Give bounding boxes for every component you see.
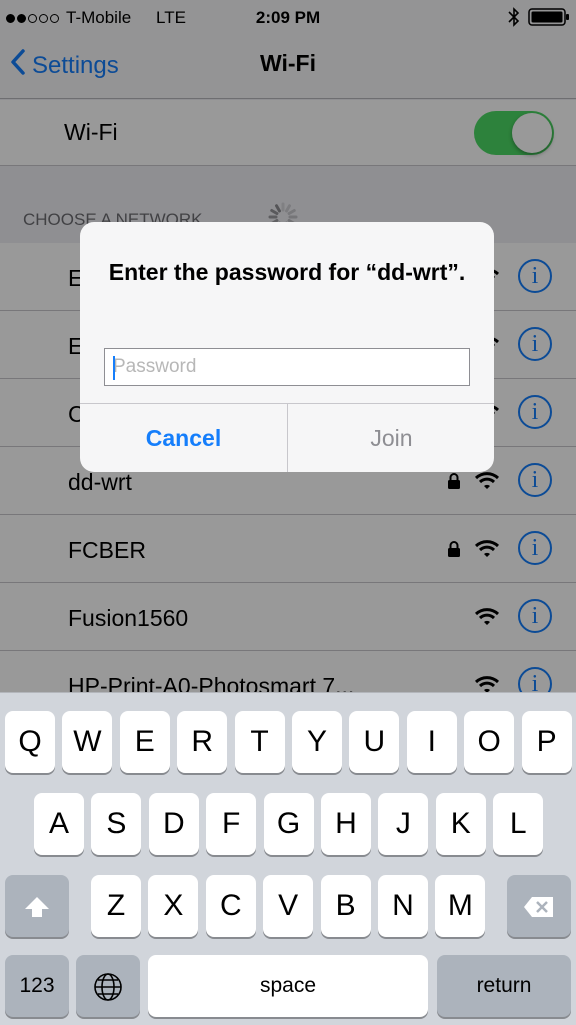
key-e[interactable]: E bbox=[119, 711, 170, 773]
password-field-container bbox=[104, 348, 470, 386]
numbers-key[interactable]: 123 bbox=[5, 955, 69, 1017]
key-m[interactable]: M bbox=[435, 875, 486, 937]
password-dialog: Enter the password for “dd-wrt”. Cancel … bbox=[80, 222, 494, 472]
keyboard: Q W E R T Y U I O P A S D F G H J K L Z X C V B N M 123 space return bbox=[0, 692, 576, 1025]
password-input[interactable] bbox=[105, 349, 469, 385]
globe-key[interactable] bbox=[76, 955, 140, 1017]
key-t[interactable]: T bbox=[234, 711, 285, 773]
key-y[interactable]: Y bbox=[292, 711, 342, 773]
key-d[interactable]: D bbox=[148, 793, 199, 855]
key-a[interactable]: A bbox=[34, 793, 84, 855]
key-u[interactable]: U bbox=[349, 711, 400, 773]
key-o[interactable]: O bbox=[464, 711, 515, 773]
key-f[interactable]: F bbox=[206, 793, 257, 855]
cancel-button[interactable]: Cancel bbox=[80, 404, 287, 472]
key-b[interactable]: B bbox=[320, 875, 371, 937]
key-p[interactable]: P bbox=[521, 711, 572, 773]
return-key[interactable]: return bbox=[437, 955, 571, 1017]
key-r[interactable]: R bbox=[177, 711, 228, 773]
space-key[interactable]: space bbox=[148, 955, 428, 1017]
key-z[interactable]: Z bbox=[91, 875, 141, 937]
key-l[interactable]: L bbox=[493, 793, 544, 855]
dialog-title: Enter the password for “dd-wrt”. bbox=[108, 259, 466, 285]
key-h[interactable]: H bbox=[321, 793, 371, 855]
key-g[interactable]: G bbox=[263, 793, 314, 855]
backspace-key[interactable] bbox=[507, 875, 571, 937]
join-button[interactable]: Join bbox=[288, 404, 494, 472]
key-j[interactable]: J bbox=[378, 793, 429, 855]
key-k[interactable]: K bbox=[435, 793, 486, 855]
key-w[interactable]: W bbox=[62, 711, 113, 773]
key-n[interactable]: N bbox=[378, 875, 428, 937]
key-i[interactable]: I bbox=[406, 711, 457, 773]
text-cursor bbox=[113, 356, 115, 380]
key-v[interactable]: V bbox=[263, 875, 314, 937]
key-c[interactable]: C bbox=[205, 875, 256, 937]
key-q[interactable]: Q bbox=[5, 711, 55, 773]
key-s[interactable]: S bbox=[91, 793, 142, 855]
key-x[interactable]: X bbox=[148, 875, 199, 937]
shift-key[interactable] bbox=[5, 875, 69, 937]
